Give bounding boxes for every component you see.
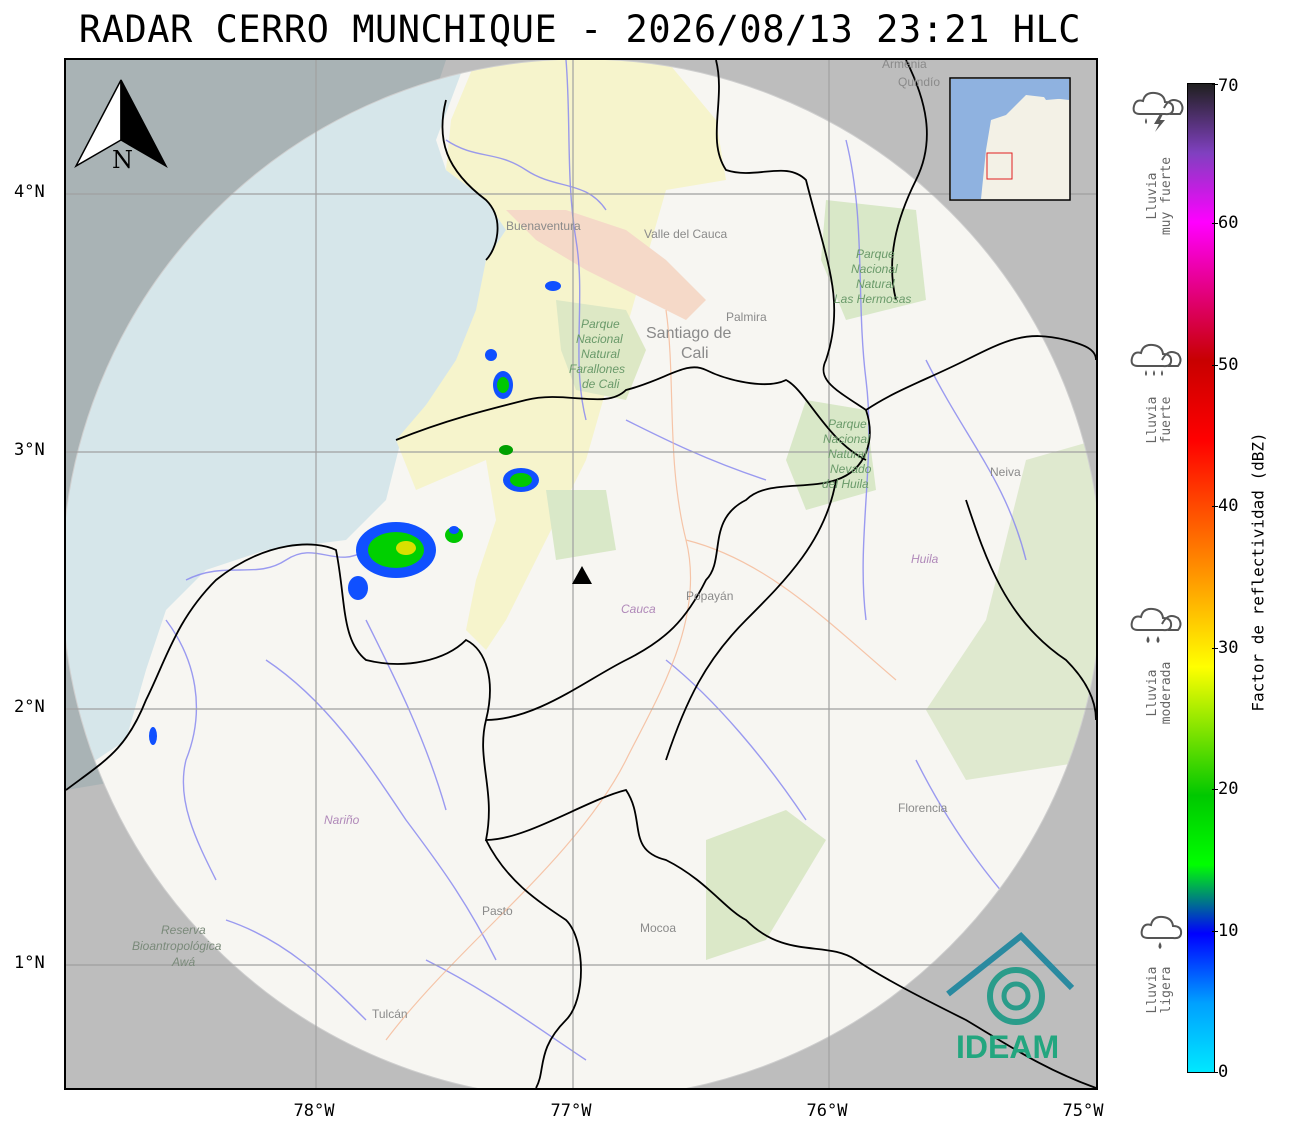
heavy-rain-icon bbox=[1130, 343, 1182, 376]
park-label-huila: Parque Nacional Natural Nevado del Huila bbox=[822, 417, 875, 491]
light-rain-icon bbox=[1140, 915, 1183, 949]
awa-l2: Bioantropológica bbox=[132, 939, 222, 953]
moderate-rain-icon bbox=[1130, 607, 1182, 643]
huila-l3: Natural bbox=[828, 447, 867, 461]
rain-label-light: Lluvia ligera bbox=[1145, 966, 1174, 1014]
echo-cell bbox=[149, 727, 157, 745]
place-florencia: Florencia bbox=[898, 801, 948, 815]
inset-map bbox=[949, 77, 1071, 201]
farallones-l5: de Cali bbox=[582, 377, 620, 391]
echo-cell bbox=[396, 541, 416, 555]
lat-label-1: 1°N bbox=[14, 953, 45, 973]
lon-label-78: 78°W bbox=[293, 1101, 335, 1121]
radar-map[interactable]: Buenaventura Valle del Cauca Palmira San… bbox=[64, 58, 1098, 1090]
lon-label-75: 75°W bbox=[1062, 1101, 1104, 1121]
place-cali-line2: Cali bbox=[681, 345, 709, 362]
place-palmira: Palmira bbox=[726, 310, 767, 324]
colorbar-tick-50: 50 bbox=[1218, 355, 1239, 375]
rain-light-l2: ligera bbox=[1159, 966, 1174, 1014]
logo-text: IDEAM bbox=[956, 1029, 1059, 1065]
place-tulcan: Tulcán bbox=[372, 1007, 408, 1021]
rain-heavy-l2: fuerte bbox=[1159, 396, 1174, 444]
colorbar-tick-40: 40 bbox=[1218, 496, 1239, 516]
farallones-l4: Farallones bbox=[569, 362, 625, 376]
rain-moderate-l1: Lluvia bbox=[1145, 669, 1160, 717]
huila-l1: Parque bbox=[828, 417, 867, 431]
place-narino: Nariño bbox=[324, 813, 360, 827]
colorbar-tick-0: 0 bbox=[1218, 1062, 1229, 1082]
lat-label-4: 4°N bbox=[14, 182, 45, 202]
farallones-l1: Parque bbox=[581, 317, 620, 331]
lon-label-76: 76°W bbox=[806, 1101, 848, 1121]
place-cali-line1: Santiago de bbox=[646, 325, 732, 342]
north-arrow-label: N bbox=[112, 146, 133, 174]
lon-label-77: 77°W bbox=[550, 1101, 592, 1121]
rain-moderate-l2: moderada bbox=[1159, 661, 1174, 725]
awa-l3: Awá bbox=[171, 955, 195, 969]
colorbar-label: Factor de reflectividad (dBZ) bbox=[1248, 432, 1268, 712]
place-popayan: Popayán bbox=[686, 589, 733, 603]
echo-cell bbox=[348, 576, 368, 600]
colorbar-tick-30: 30 bbox=[1218, 638, 1239, 658]
hermosas-l4: Las Hermosas bbox=[834, 292, 911, 306]
echo-cell bbox=[545, 281, 561, 291]
colorbar-tick-60: 60 bbox=[1218, 213, 1239, 233]
place-quindio: Quindío bbox=[898, 75, 940, 89]
colorbar-tick-10: 10 bbox=[1218, 921, 1239, 941]
lat-label-2: 2°N bbox=[14, 697, 45, 717]
place-pasto: Pasto bbox=[482, 904, 513, 918]
awa-l1: Reserva bbox=[161, 923, 206, 937]
echo-cell bbox=[499, 445, 513, 455]
place-cauca: Cauca bbox=[621, 602, 656, 616]
rain-label-very-heavy: Lluvia muy fuerte bbox=[1145, 156, 1174, 236]
rain-light-l1: Lluvia bbox=[1145, 966, 1160, 1014]
lat-label-3: 3°N bbox=[14, 440, 45, 460]
hermosas-l2: Nacional bbox=[851, 262, 898, 276]
hermosas-l3: Natural bbox=[856, 277, 895, 291]
reflectivity-colorbar bbox=[1187, 83, 1215, 1073]
farallones-l3: Natural bbox=[581, 347, 620, 361]
map-title: RADAR CERRO MUNCHIQUE - 2026/08/13 23:21… bbox=[78, 8, 1082, 51]
hermosas-l1: Parque bbox=[856, 247, 895, 261]
echo-cell bbox=[485, 349, 497, 361]
place-huila: Huila bbox=[911, 552, 939, 566]
storm-icon bbox=[1132, 91, 1184, 132]
park-munchique bbox=[546, 490, 616, 560]
place-mocoa: Mocoa bbox=[640, 921, 676, 935]
huila-l5: del Huila bbox=[822, 477, 869, 491]
map-canvas: Buenaventura Valle del Cauca Palmira San… bbox=[66, 60, 1096, 1088]
echo-cell bbox=[449, 526, 459, 534]
rain-very-heavy-l2: muy fuerte bbox=[1159, 156, 1174, 236]
place-buenaventura: Buenaventura bbox=[506, 219, 581, 233]
colorbar-tick-20: 20 bbox=[1218, 779, 1239, 799]
echo-cell bbox=[497, 377, 509, 393]
huila-l2: Nacional bbox=[823, 432, 870, 446]
farallones-l2: Nacional bbox=[576, 332, 623, 346]
echo-cell bbox=[510, 473, 532, 487]
place-armenia: Armenia bbox=[882, 60, 927, 71]
rain-label-moderate: Lluvia moderada bbox=[1145, 661, 1174, 725]
rain-label-heavy: Lluvia fuerte bbox=[1145, 396, 1174, 444]
colorbar-tick-70: 70 bbox=[1218, 76, 1239, 96]
echo-cell bbox=[368, 532, 424, 568]
huila-l4: Nevado bbox=[830, 462, 872, 476]
rain-heavy-l1: Lluvia bbox=[1145, 396, 1160, 444]
rain-very-heavy-l1: Lluvia bbox=[1145, 172, 1160, 220]
place-neiva: Neiva bbox=[990, 465, 1021, 479]
place-valle: Valle del Cauca bbox=[644, 227, 727, 241]
